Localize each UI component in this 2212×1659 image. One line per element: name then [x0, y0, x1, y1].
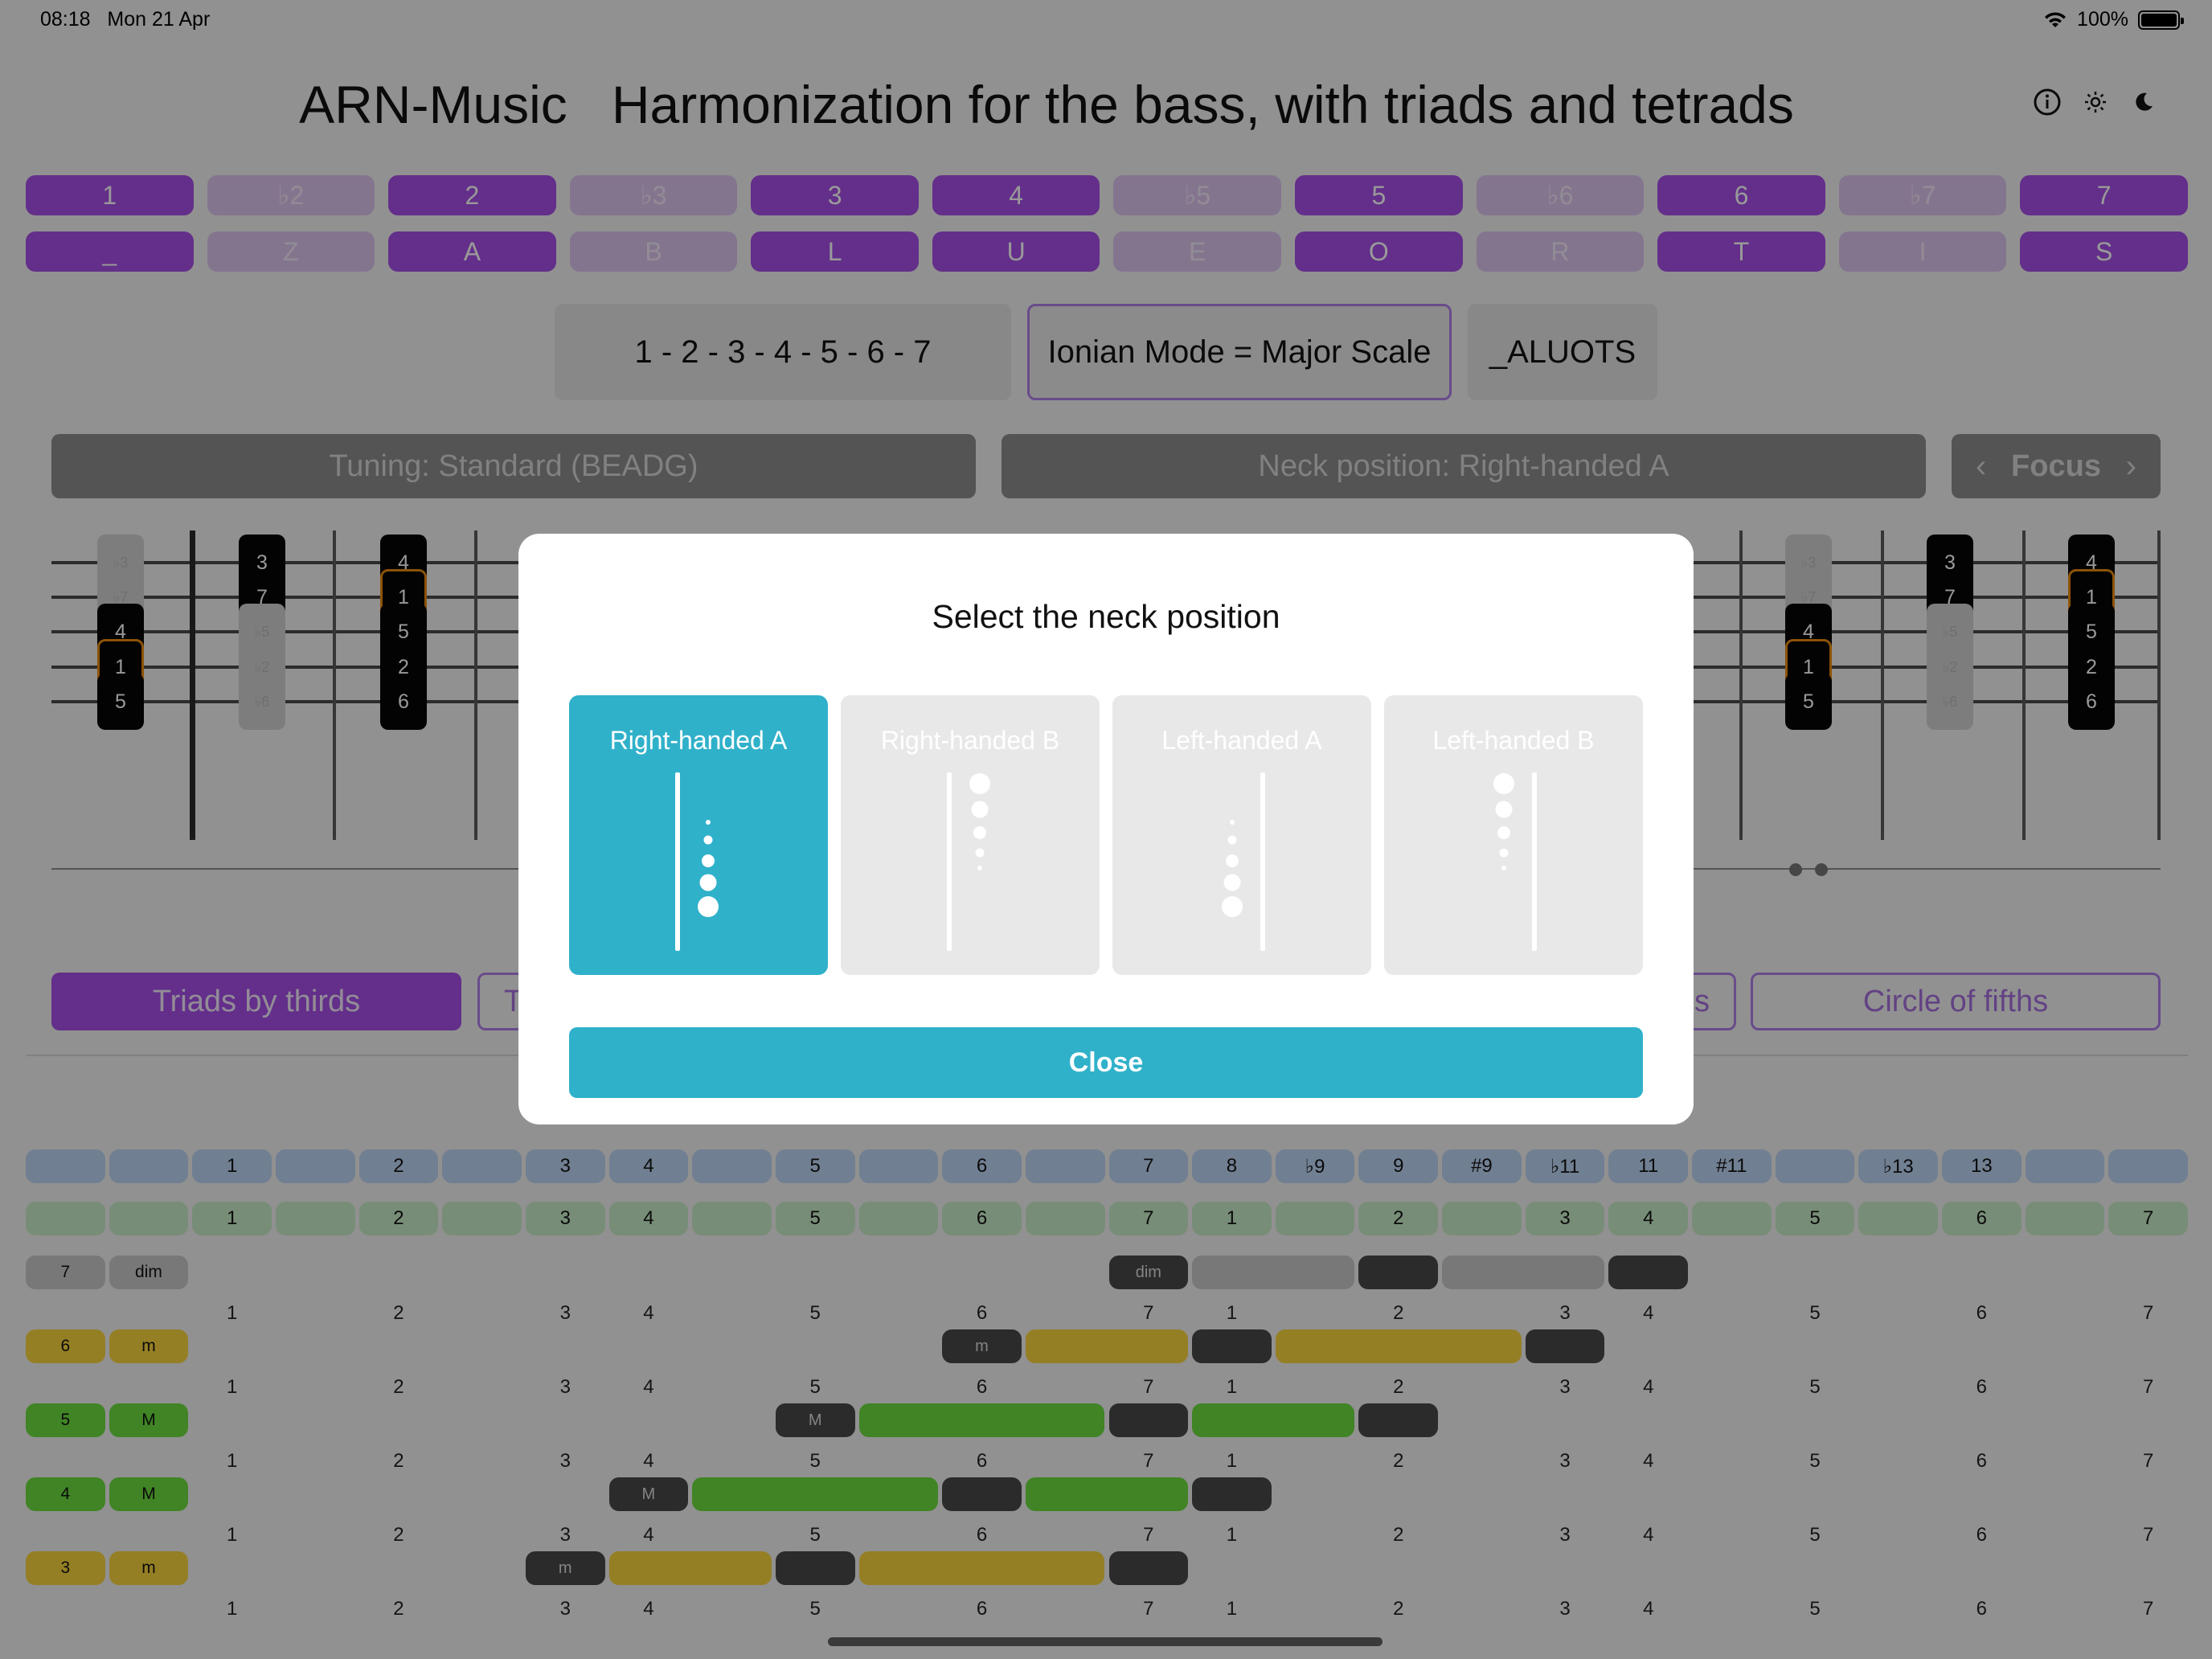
string-dot — [977, 866, 982, 870]
string-dot — [971, 801, 989, 818]
string-dot — [1493, 773, 1514, 794]
neck-diagram-line — [1260, 772, 1265, 951]
neck-option-label: Left-handed B — [1432, 726, 1595, 755]
neck-diagram-line — [1532, 772, 1537, 951]
home-indicator[interactable] — [828, 1637, 1382, 1646]
neck-option-label: Right-handed B — [880, 726, 1060, 755]
string-dot — [706, 820, 711, 825]
string-dot — [1497, 826, 1510, 839]
neck-option[interactable]: Right-handed A — [569, 695, 828, 975]
string-dot — [1227, 835, 1237, 845]
string-dot — [1495, 801, 1513, 818]
string-dot — [703, 835, 713, 845]
string-dot — [1499, 848, 1509, 858]
string-dot — [1222, 896, 1243, 917]
string-dot — [1230, 820, 1235, 825]
neck-diagram-line — [947, 772, 952, 951]
neck-option[interactable]: Right-handed B — [841, 695, 1100, 975]
neck-option[interactable]: Left-handed B — [1384, 695, 1643, 975]
string-dot — [973, 826, 986, 839]
neck-diagram-line — [675, 772, 680, 951]
string-dot — [698, 896, 719, 917]
string-dot — [702, 854, 715, 867]
string-dot — [975, 848, 985, 858]
string-dot — [969, 773, 990, 794]
close-button[interactable]: Close — [569, 1027, 1643, 1098]
neck-option-label: Left-handed A — [1161, 726, 1322, 755]
dialog-title: Select the neck position — [932, 598, 1280, 635]
string-dot — [1501, 866, 1506, 870]
string-dot — [1226, 854, 1239, 867]
neck-option-label: Right-handed A — [609, 726, 788, 755]
neck-option[interactable]: Left-handed A — [1112, 695, 1371, 975]
string-dot — [699, 874, 717, 891]
neck-position-dialog: Select the neck position Right-handed A R… — [518, 534, 1694, 1124]
string-dot — [1223, 874, 1241, 891]
